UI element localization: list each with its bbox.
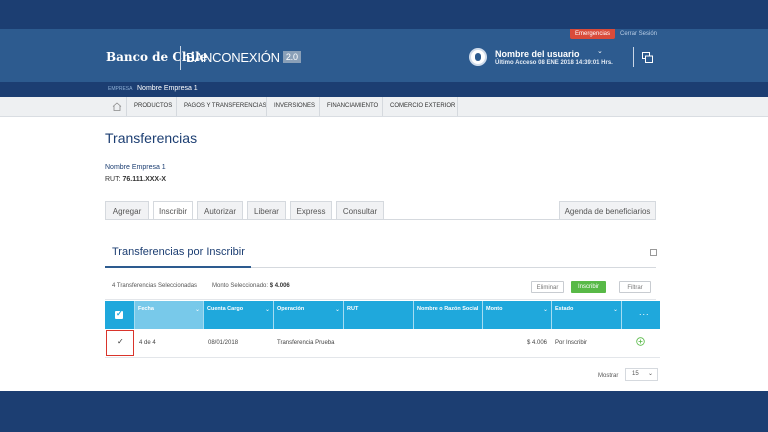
tab-agregar[interactable]: Agregar: [105, 201, 149, 220]
app-window: Banco de Chile BANCONEXIÓN 2.0 Emergencia…: [0, 29, 768, 391]
column-label: Nombre o Razón Social: [417, 306, 479, 312]
tab-consultar[interactable]: Consultar: [336, 201, 384, 220]
column-label: Operación: [277, 306, 305, 312]
emergencias-button[interactable]: Emergencias: [570, 29, 616, 39]
user-avatar-icon[interactable]: [469, 48, 487, 66]
company-label: EMPRESA: [108, 86, 133, 92]
chevron-down-icon: ⌄: [194, 307, 200, 313]
app-version-badge: 2.0: [282, 51, 301, 63]
company-bar: EMPRESA Nombre Empresa 1: [0, 82, 768, 97]
chevron-down-icon: ⌄: [612, 307, 618, 313]
page-size-select[interactable]: 15 ⌄: [625, 368, 658, 381]
inscribir-button[interactable]: Inscribir: [571, 281, 606, 293]
nav-divider: [382, 97, 383, 116]
column-rut[interactable]: RUT: [344, 301, 413, 329]
nav-divider: [176, 97, 177, 116]
company-selector[interactable]: Nombre Empresa 1: [137, 85, 198, 92]
mostrar-label: Mostrar: [598, 373, 619, 379]
company-rut: RUT: 76.111.XXX-X: [105, 176, 166, 183]
user-name[interactable]: Nombre del usuario: [495, 49, 580, 59]
cell-operacion: Transferencia Prueba: [277, 340, 335, 346]
select-all-checkbox[interactable]: [115, 309, 123, 319]
nav-divider: [126, 97, 127, 116]
chevron-down-icon: ⌄: [264, 307, 270, 313]
chevron-down-icon: ⌄: [647, 371, 653, 377]
column-label: Cuenta Cargo: [207, 306, 244, 312]
tab-inscribir[interactable]: Inscribir: [153, 201, 193, 220]
tab-agenda-beneficiarios[interactable]: Agenda de beneficiarios: [559, 201, 656, 220]
table-row: ✓ 4 de 4 08/01/2018 Transferencia Prueba…: [105, 329, 660, 358]
column-label: Monto: [486, 306, 503, 312]
chevron-down-icon: ⌄: [542, 307, 548, 313]
app-logo[interactable]: BANCONEXIÓN 2.0: [186, 50, 301, 65]
logo-divider: [180, 46, 181, 70]
top-header: Banco de Chile BANCONEXIÓN 2.0 Emergencia…: [0, 29, 768, 82]
company-name: Nombre Empresa 1: [105, 164, 166, 171]
page-size-value: 15: [632, 371, 639, 377]
app-name: BANCONEXIÓN: [186, 50, 280, 65]
nav-item-pagos[interactable]: PAGOS Y TRANSFERENCIAS: [184, 97, 267, 116]
nav-item-comercio-exterior[interactable]: COMERCIO EXTERIOR: [390, 97, 455, 116]
column-divider: [621, 301, 622, 329]
page-title: Transferencias: [105, 130, 198, 146]
column-estado[interactable]: Estado ⌄: [552, 301, 621, 329]
tab-bar-line: [105, 219, 656, 220]
chevron-down-icon: ⌄: [334, 307, 340, 313]
more-options-icon[interactable]: ...: [639, 307, 650, 317]
column-nombre[interactable]: Nombre o Razón Social: [414, 301, 482, 329]
filtrar-button[interactable]: Filtrar: [619, 281, 651, 293]
selected-count: 4 Transferencias Seleccionadas: [112, 283, 198, 289]
rut-value: 76.111.XXX-X: [122, 176, 167, 183]
main-nav: PRODUCTOS PAGOS Y TRANSFERENCIAS INVERSI…: [0, 97, 768, 117]
nav-divider: [319, 97, 320, 116]
section-title: Transferencias por Inscribir: [112, 246, 245, 258]
tab-liberar[interactable]: Liberar: [247, 201, 286, 220]
section-underline: [105, 266, 251, 268]
eliminar-button[interactable]: Eliminar: [531, 281, 564, 293]
header-divider: [633, 47, 634, 67]
check-icon: ✓: [117, 337, 124, 346]
tab-express[interactable]: Express: [290, 201, 332, 220]
table-header: Fecha ⌄ Cuenta Cargo ⌄ Operación ⌄ RUT Nomb…: [105, 301, 660, 329]
amount-label: Monto Seleccionado:: [212, 283, 269, 289]
column-label: Estado: [555, 306, 574, 312]
cerrar-sesion-link[interactable]: Cerrar Sesión: [620, 29, 657, 39]
nav-divider: [457, 97, 458, 116]
amount-value: $ 4.006: [269, 283, 290, 289]
home-icon[interactable]: [112, 102, 122, 111]
expand-icon[interactable]: [650, 249, 657, 256]
chevron-down-icon[interactable]: ⌄: [597, 47, 603, 55]
cell-cuenta: 08/01/2018: [208, 340, 239, 346]
column-operacion[interactable]: Operación ⌄: [274, 301, 343, 329]
column-label: RUT: [347, 306, 359, 312]
column-cuenta-cargo[interactable]: Cuenta Cargo ⌄: [204, 301, 273, 329]
row-checkbox[interactable]: ✓: [106, 330, 134, 356]
nav-item-productos[interactable]: PRODUCTOS: [134, 97, 172, 116]
rut-label: RUT:: [105, 176, 121, 183]
column-fecha[interactable]: Fecha ⌄: [135, 301, 203, 329]
selected-amount: Monto Seleccionado: $ 4.006: [212, 283, 290, 289]
cell-estado: Por Inscribir: [555, 340, 588, 346]
column-monto[interactable]: Monto ⌄: [483, 301, 551, 329]
column-label: Fecha: [138, 306, 154, 312]
nav-divider: [266, 97, 267, 116]
windows-icon[interactable]: [642, 52, 653, 63]
plus-circle-icon[interactable]: [636, 337, 645, 346]
tab-autorizar[interactable]: Autorizar: [197, 201, 243, 220]
nav-item-inversiones[interactable]: INVERSIONES: [274, 97, 315, 116]
nav-item-financiamiento[interactable]: FINANCIAMIENTO: [327, 97, 378, 116]
summary-divider: [105, 299, 656, 300]
last-access: Último Acceso 08 ENE 2018 14:39:01 Hrs.: [495, 60, 613, 66]
cell-fecha: 4 de 4: [139, 340, 156, 346]
cell-monto: $ 4.006: [526, 340, 547, 346]
